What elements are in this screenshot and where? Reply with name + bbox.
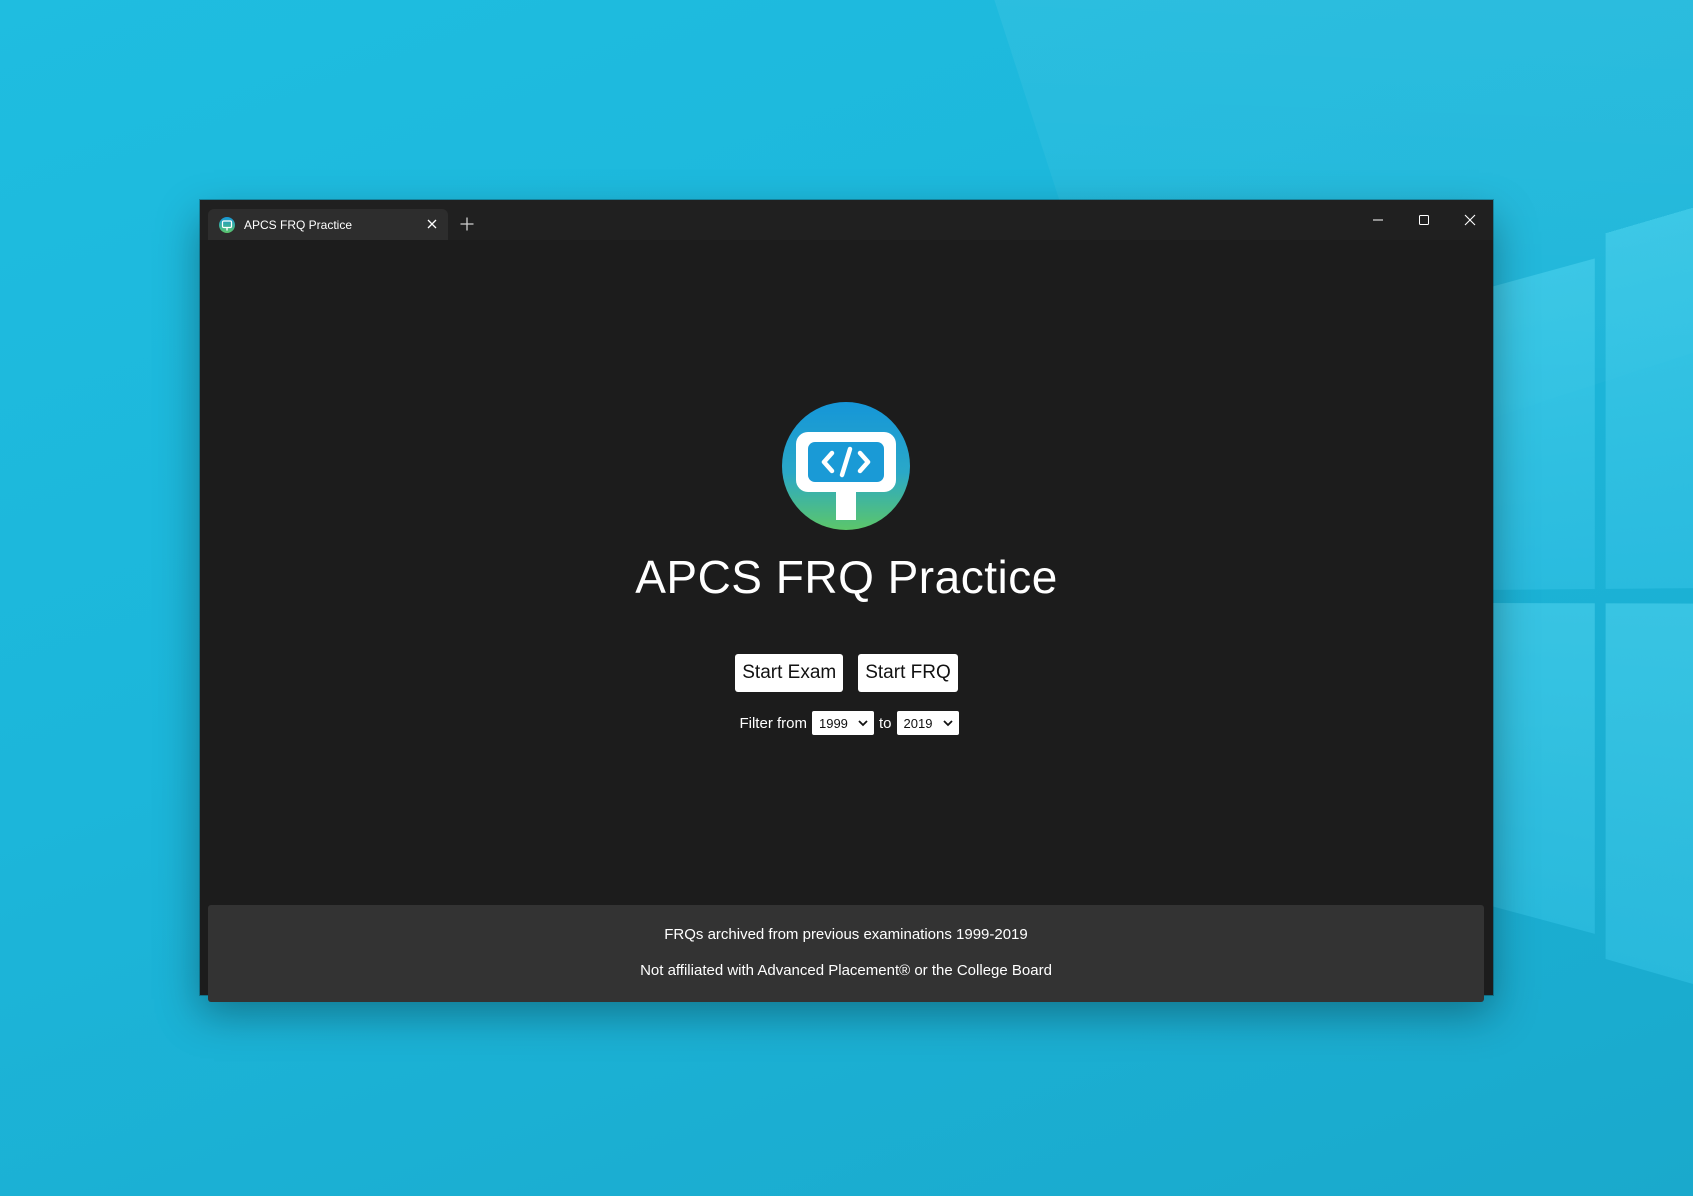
desktop-background: APCS FRQ Practice APCS FRQ Practice Star… — [0, 0, 1693, 1196]
year-filter: Filter from 1999 to 2019 — [200, 711, 1493, 735]
close-icon[interactable] — [1447, 200, 1493, 240]
footer-disclaimer: Not affiliated with Advanced Placement® … — [640, 962, 1052, 979]
app-window: APCS FRQ Practice APCS FRQ Practice Star… — [200, 200, 1493, 1002]
title-bar[interactable]: APCS FRQ Practice — [200, 200, 1493, 240]
app-logo-icon — [219, 216, 235, 233]
to-year-select[interactable]: 2019 — [896, 711, 959, 735]
browser-tab[interactable]: APCS FRQ Practice — [208, 209, 448, 240]
from-year-value: 1999 — [818, 715, 848, 731]
action-buttons: Start Exam Start FRQ — [200, 654, 1493, 692]
start-exam-button[interactable]: Start Exam — [735, 654, 844, 692]
minimize-icon[interactable] — [1355, 200, 1401, 240]
filter-from-label: Filter from — [739, 714, 807, 732]
footer-panel: FRQs archived from previous examinations… — [208, 905, 1484, 1002]
tab-title: APCS FRQ Practice — [244, 217, 353, 232]
from-year-select[interactable]: 1999 — [811, 711, 874, 735]
start-frq-button[interactable]: Start FRQ — [858, 654, 958, 692]
maximize-icon[interactable] — [1401, 200, 1447, 240]
filter-to-label: to — [878, 714, 892, 732]
new-tab-plus-icon[interactable] — [457, 214, 477, 234]
main-content: APCS FRQ Practice Start Exam Start FRQ F… — [200, 240, 1493, 1002]
footer-archive-note: FRQs archived from previous examinations… — [664, 926, 1028, 943]
app-logo — [782, 402, 910, 530]
page-title: APCS FRQ Practice — [635, 551, 1058, 603]
chevron-down-icon — [942, 720, 953, 727]
to-year-value: 2019 — [903, 715, 933, 731]
windows-logo-wallpaper — [1480, 185, 1693, 1015]
tab-close-icon[interactable] — [424, 216, 440, 232]
chevron-down-icon — [858, 720, 868, 727]
